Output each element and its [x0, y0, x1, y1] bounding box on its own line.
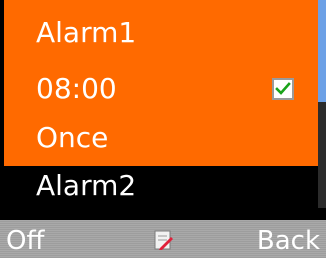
alarm-repeat-label: Once — [36, 121, 109, 154]
alarm-time-label: 08:00 — [36, 72, 117, 105]
edit-icon[interactable] — [154, 229, 174, 251]
softkey-right-back[interactable]: Back — [257, 226, 320, 256]
alarm-name-label: Alarm1 — [36, 16, 137, 49]
checkbox-checked-icon[interactable] — [272, 78, 294, 100]
alarm-list-screen: Alarm1 08:00 Once Alarm2 Off Back — [0, 0, 326, 258]
softkey-left-off[interactable]: Off — [6, 226, 44, 256]
alarm-list-item[interactable]: Alarm2 — [36, 171, 136, 201]
scrollbar-thumb[interactable] — [318, 0, 326, 102]
